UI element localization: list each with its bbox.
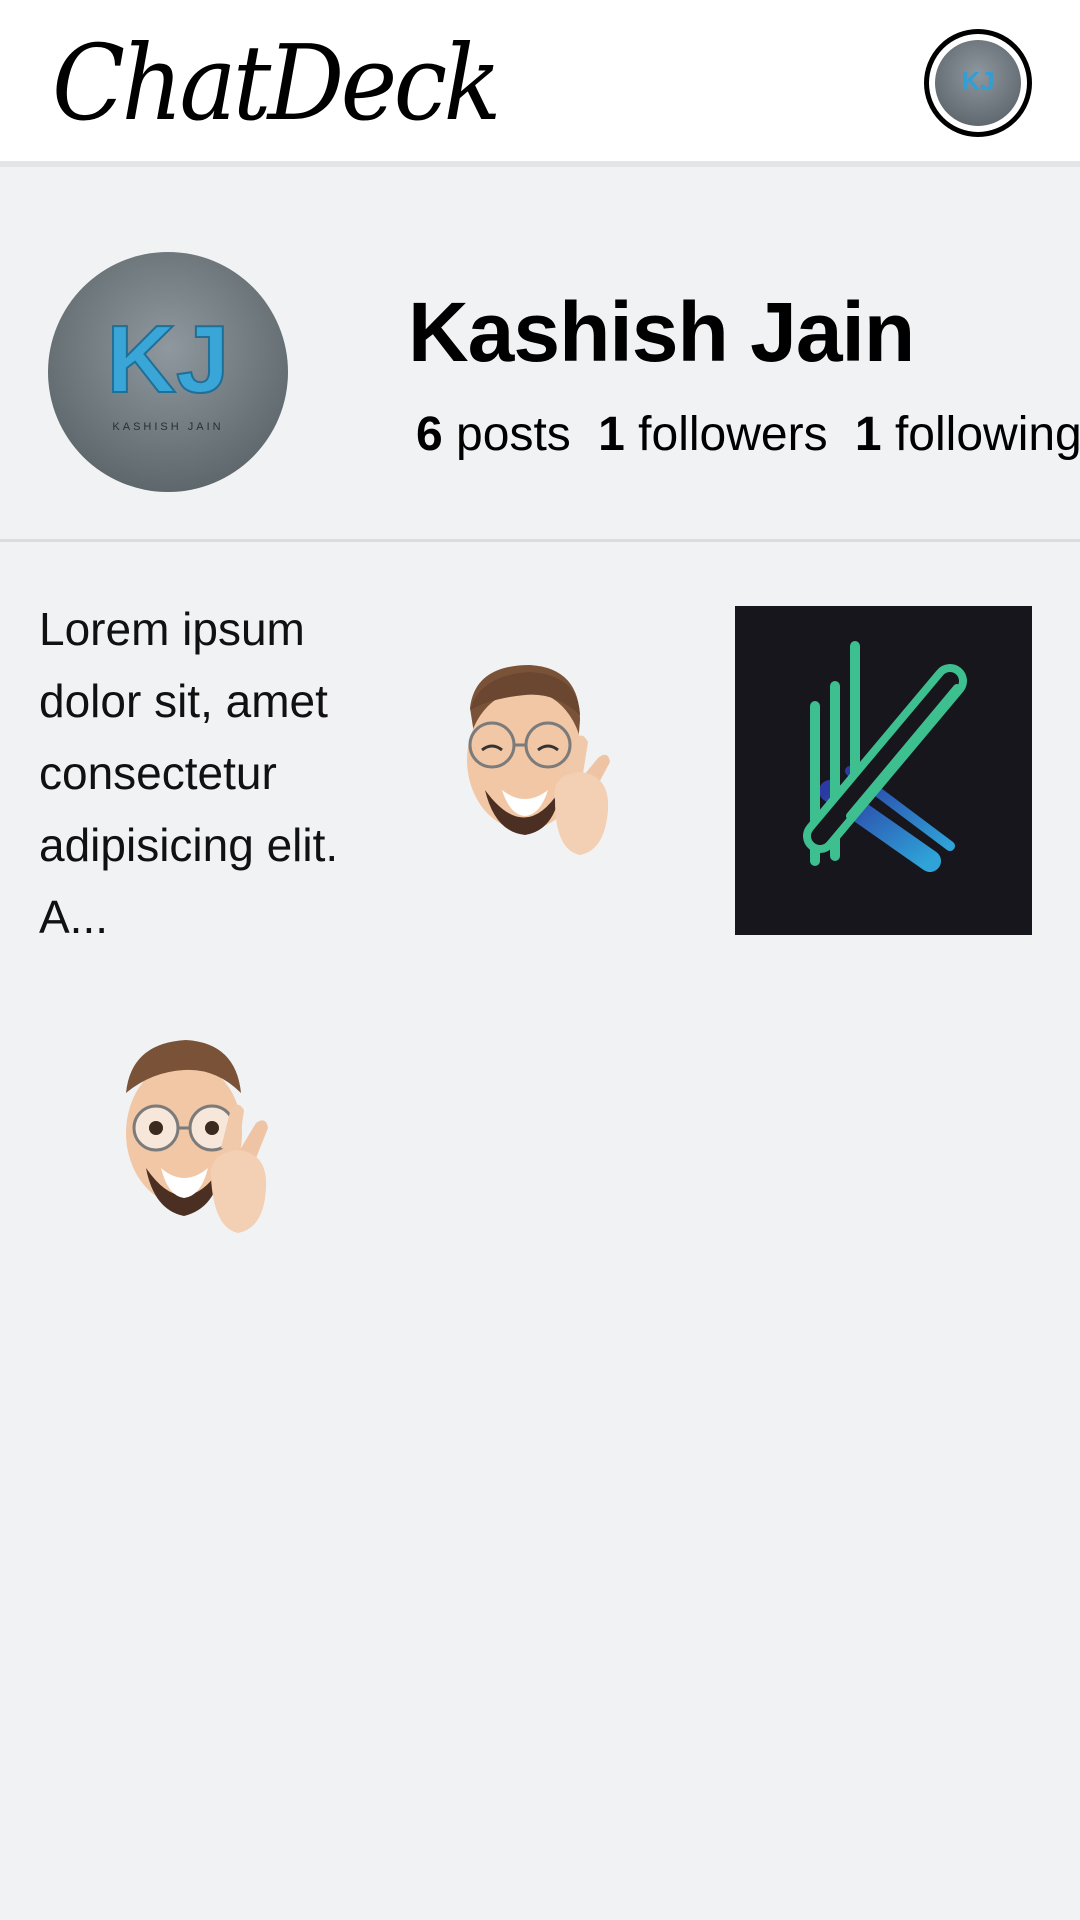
post-memoji-fingers-crossed[interactable] — [430, 650, 630, 890]
svg-text:KASHISH JAIN: KASHISH JAIN — [112, 421, 223, 433]
post-memoji-peace-sign[interactable] — [96, 1028, 286, 1258]
kj-logo-icon: KJ KASHISH JAIN — [106, 305, 231, 433]
profile-name: Kashish Jain — [408, 285, 915, 379]
svg-text:KJ: KJ — [107, 306, 230, 413]
memoji-fingers-crossed-icon — [467, 665, 610, 855]
posts-count: 6 — [416, 408, 443, 461]
memoji-peace-sign-icon — [126, 1040, 268, 1233]
followers-stat[interactable]: 1 followers — [598, 408, 827, 461]
posts-label: posts — [456, 408, 571, 461]
profile-avatar: KJ KASHISH JAIN — [48, 252, 288, 492]
header-profile-avatar[interactable]: KJ — [924, 29, 1032, 137]
svg-text:KJ: KJ — [961, 66, 994, 96]
top-bar: ChatDeck KJ — [0, 0, 1080, 167]
following-count: 1 — [854, 408, 882, 461]
kj-avatar-icon: KJ — [935, 40, 1021, 126]
post-k-logo[interactable] — [735, 606, 1032, 935]
post-caption-text[interactable]: Lorem ipsum dolor sit, amet consectetur … — [39, 593, 369, 953]
following-label: following — [894, 408, 1080, 461]
profile-section: KJ KASHISH JAIN Kashish Jain 6 posts 1 f… — [0, 167, 1080, 540]
k-logo-icon — [803, 641, 967, 872]
app-logo[interactable]: ChatDeck — [52, 8, 501, 158]
followers-count: 1 — [598, 408, 625, 461]
following-stat[interactable]: 1 following — [855, 408, 1080, 461]
section-divider — [0, 539, 1080, 542]
followers-label: followers — [638, 408, 828, 461]
profile-stats: 6 posts 1 followers 1 following — [416, 405, 1080, 465]
posts-stat[interactable]: 6 posts — [416, 408, 571, 461]
